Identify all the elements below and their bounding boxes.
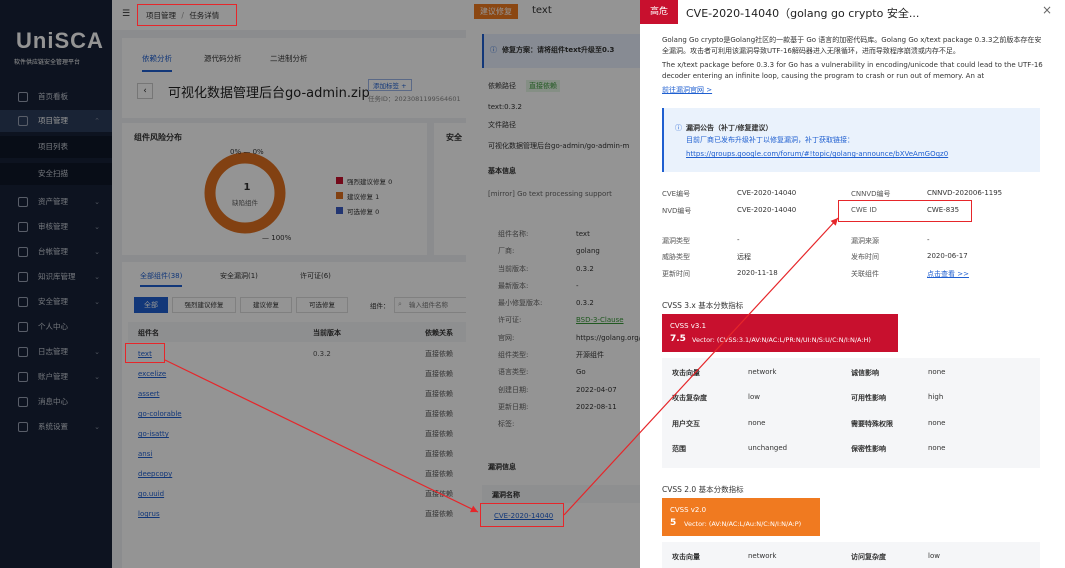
metric-label: 诚信影响 [851,369,879,377]
info-value: 2020-11-18 [737,269,778,277]
cvss3-vector: Vector: (CVSS:3.1/AV:N/AC:L/PR:N/UI:N/S:… [692,336,871,344]
metric-value: high [928,393,944,401]
annotation-box-text [125,343,165,363]
metric-value: low [748,393,760,401]
patch-link[interactable]: https://groups.google.com/forum/#!topic/… [686,150,948,158]
info-label: 关联组件 [851,270,879,278]
info-label: NVD编号 [662,207,692,215]
annotation-box-breadcrumb [137,4,237,26]
cvss2-section-title: CVSS 2.0 基本分数指标 [662,485,744,494]
notice-text: 目前厂商已发布升级补丁以修复漏洞，补丁获取链接： [686,136,854,144]
info-label: 威胁类型 [662,253,690,261]
metric-label: 需要特殊权限 [851,420,893,428]
info-value: CVE-2020-14040 [737,189,797,197]
metric-value: network [748,368,777,376]
cvss2-score: 5 [670,518,677,528]
cvss3-score-card: CVSS v3.1 7.5 Vector: (CVSS:3.1/AV:N/AC:… [662,314,898,352]
related-components-link[interactable]: 点击查看 >> [927,269,969,279]
info-label: CVE编号 [662,190,691,198]
info-label: 发布时间 [851,253,879,261]
cvss3-section-title: CVSS 3.x 基本分数指标 [662,301,744,310]
modal-mask[interactable] [0,0,640,568]
info-value: CVE-2020-14040 [737,206,797,214]
panel-title: CVE-2020-14040（golang go crypto 安全... [686,7,920,20]
metric-label: 范围 [672,445,686,453]
metric-label: 攻击向量 [672,553,700,561]
vuln-desc-cn: Golang Go crypto是Golang社区的一款基于 Go 语言的加密代… [662,36,1042,55]
official-site-link[interactable]: 前往漏洞官网 > [662,85,712,95]
metric-value: none [748,419,766,427]
severity-badge: 高危 [640,0,678,24]
info-label: 漏洞来源 [851,237,879,245]
metric-value: low [928,552,940,560]
vuln-desc-en: The x/text package before 0.3.3 for Go h… [662,61,1043,80]
info-value: - [927,236,930,244]
cvss2-vector: Vector: (AV:N/AC:L/Au:N/C:N/I:N/A:P) [684,520,802,528]
metric-value: none [928,444,946,452]
metric-label: 访问复杂度 [851,553,886,561]
info-value: - [737,236,740,244]
metric-label: 保密性影响 [851,445,886,453]
cvss2-score-card: CVSS v2.0 5 Vector: (AV:N/AC:L/Au:N/C:N/… [662,498,820,536]
annotation-box-cve [480,503,564,527]
metric-label: 可用性影响 [851,394,886,402]
close-icon[interactable]: × [1042,3,1052,17]
info-label: 更新时间 [662,270,690,278]
vulnerability-detail-panel: 高危 CVE-2020-14040（golang go crypto 安全...… [640,0,1065,568]
metric-value: unchanged [748,444,788,452]
info-label: CNNVD编号 [851,190,891,198]
metric-value: none [928,368,946,376]
cvss3-score: 7.5 [670,334,686,344]
metric-value: none [928,419,946,427]
annotation-box-cwe [838,200,972,222]
metric-value: network [748,552,777,560]
metric-label: 攻击向量 [672,369,700,377]
info-value: 2020-06-17 [927,252,968,260]
notice-title: 漏洞公告（补丁/修复建议） [686,124,773,132]
info-label: 漏洞类型 [662,237,690,245]
metric-label: 攻击复杂度 [672,394,707,402]
info-value: 远程 [737,253,751,261]
notice-icon: ⓘ [675,124,682,132]
info-value: CNNVD-202006-1195 [927,189,1003,197]
metric-label: 用户交互 [672,420,700,428]
